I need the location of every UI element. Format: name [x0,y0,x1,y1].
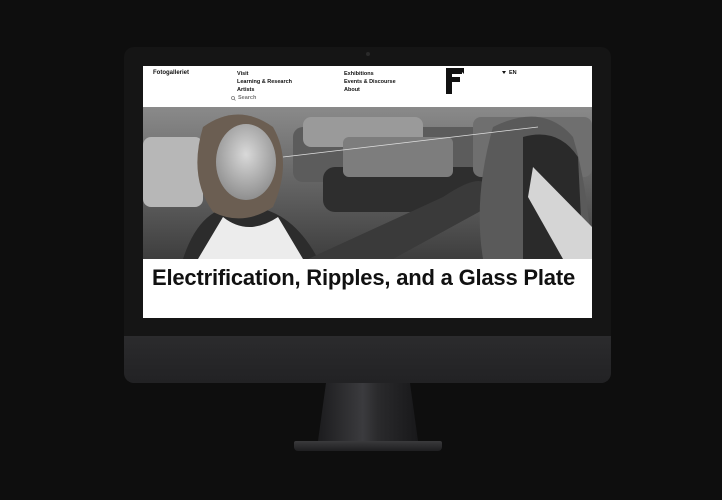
hero-image [143,107,592,259]
nav-link-exhibitions[interactable]: Exhibitions [344,70,396,78]
monitor-stand [318,383,418,441]
nav-column-secondary: Exhibitions Events & Discourse About [344,70,396,94]
nav-link-events-discourse[interactable]: Events & Discourse [344,78,396,86]
chevron-down-icon [502,70,506,76]
language-selector[interactable]: EN [502,70,517,76]
nav-link-visit[interactable]: Visit [237,70,292,78]
site-brand-link[interactable]: Fotogalleriet [153,70,189,76]
page-title: Electrification, Ripples, and a Glass Pl… [152,265,575,290]
monitor-chin [124,336,611,383]
search-button[interactable]: Search [231,95,256,101]
search-label: Search [238,95,257,101]
nav-link-artists[interactable]: Artists [237,86,292,94]
language-label: EN [509,70,517,76]
camera-icon [366,52,370,56]
nav-link-learning-research[interactable]: Learning & Research [237,78,292,86]
fotogalleriet-logo-icon[interactable] [446,68,464,99]
search-icon [231,95,236,101]
website-screen: Fotogalleriet Visit Learning & Research … [143,66,592,318]
monitor-stand-base [294,441,442,451]
site-header: Fotogalleriet Visit Learning & Research … [143,66,592,107]
nav-link-about[interactable]: About [344,86,396,94]
nav-column-primary: Visit Learning & Research Artists [237,70,292,94]
